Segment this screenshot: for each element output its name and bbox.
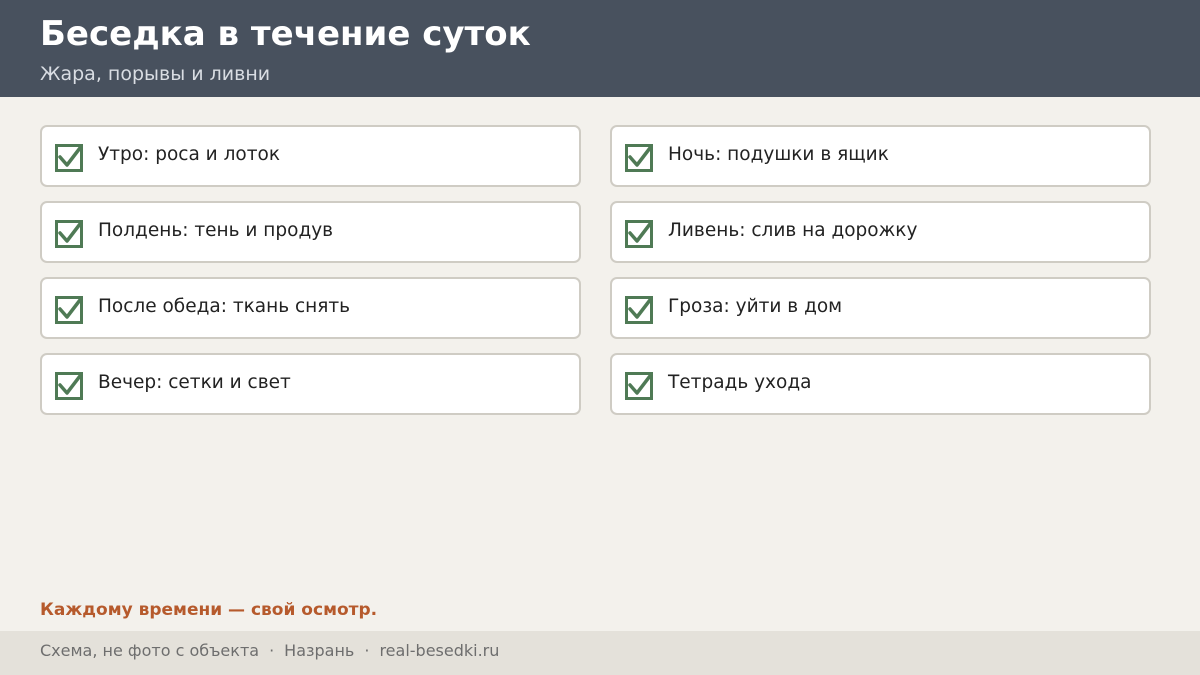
checklist-item[interactable]: Утро: роса и лоток bbox=[40, 125, 581, 187]
checkbox-checked-icon[interactable] bbox=[55, 296, 83, 324]
checklist-item[interactable]: После обеда: ткань снять bbox=[40, 277, 581, 339]
checklist-item[interactable]: Ночь: подушки в ящик bbox=[610, 125, 1151, 187]
checklist-item[interactable]: Полдень: тень и продув bbox=[40, 201, 581, 263]
checklist-item[interactable]: Вечер: сетки и свет bbox=[40, 353, 581, 415]
checklist-item[interactable]: Ливень: слив на дорожку bbox=[610, 201, 1151, 263]
page-title: Беседка в течение суток bbox=[40, 14, 531, 54]
checklist-item-label: Вечер: сетки и свет bbox=[98, 372, 291, 393]
checkbox-checked-icon[interactable] bbox=[55, 220, 83, 248]
footer-site-link[interactable]: real-besedki.ru bbox=[379, 641, 499, 660]
checklist-item[interactable]: Тетрадь ухода bbox=[610, 353, 1151, 415]
checklist-item-label: Тетрадь ухода bbox=[668, 372, 812, 393]
checklist-item-label: Ливень: слив на дорожку bbox=[668, 220, 918, 241]
slogan-text: Каждому времени — свой осмотр. bbox=[40, 600, 378, 620]
footer-separator: · bbox=[269, 641, 275, 660]
checkbox-checked-icon[interactable] bbox=[55, 144, 83, 172]
checkbox-checked-icon[interactable] bbox=[625, 220, 653, 248]
header-bar: Беседка в течение суток Жара, порывы и л… bbox=[0, 0, 1200, 97]
footer-separator: · bbox=[364, 641, 370, 660]
checklist-item-label: Гроза: уйти в дом bbox=[668, 296, 843, 317]
checkbox-checked-icon[interactable] bbox=[625, 296, 653, 324]
checkbox-checked-icon[interactable] bbox=[625, 144, 653, 172]
footer-note: Схема, не фото с объекта bbox=[40, 641, 260, 660]
checklist-item-label: Ночь: подушки в ящик bbox=[668, 144, 889, 165]
checkbox-checked-icon[interactable] bbox=[55, 372, 83, 400]
checklist-item[interactable]: Гроза: уйти в дом bbox=[610, 277, 1151, 339]
checklist-item-label: Утро: роса и лоток bbox=[98, 144, 280, 165]
footer-city: Назрань bbox=[284, 641, 355, 660]
page-subtitle: Жара, порывы и ливни bbox=[40, 63, 271, 85]
footer-line: Схема, не фото с объекта · Назрань · real-be… bbox=[40, 641, 499, 660]
checklist-item-label: После обеда: ткань снять bbox=[98, 296, 351, 317]
checklist-item-label: Полдень: тень и продув bbox=[98, 220, 334, 241]
checkbox-checked-icon[interactable] bbox=[625, 372, 653, 400]
footer-bar: Схема, не фото с объекта · Назрань · real-be… bbox=[0, 631, 1200, 675]
